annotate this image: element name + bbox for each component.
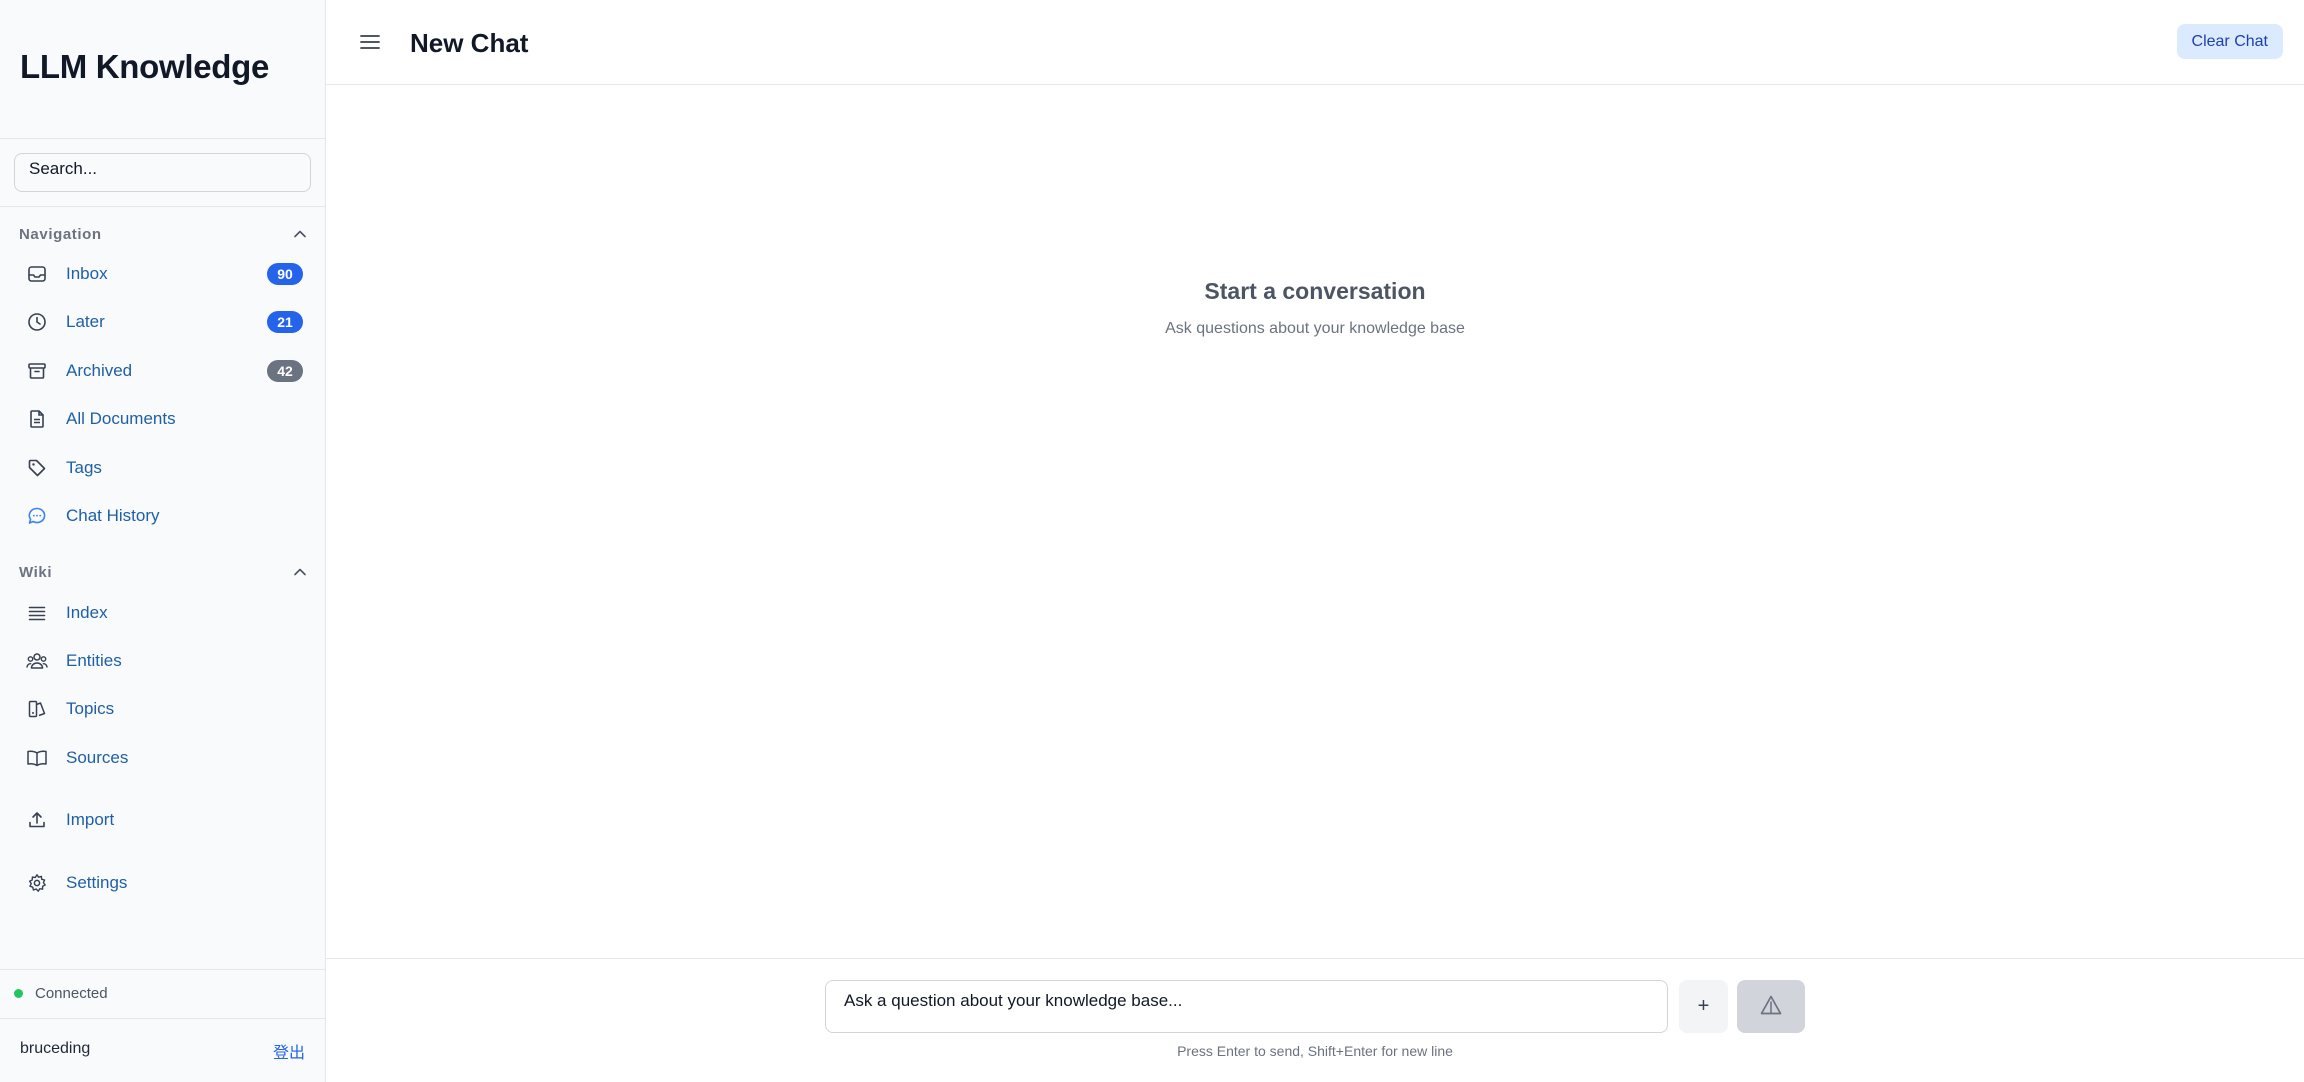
sidebar-item-label: Index: [66, 603, 108, 622]
clock-icon: [26, 311, 48, 333]
sidebar-item-archived[interactable]: Archived 42: [14, 351, 311, 391]
sidebar-item-index[interactable]: Index: [14, 593, 311, 633]
divider: [0, 1018, 325, 1019]
sidebar-item-tags[interactable]: Tags: [14, 448, 311, 488]
chevron-up-icon[interactable]: [291, 225, 309, 243]
chat-icon: [26, 505, 48, 527]
tag-icon: [26, 457, 48, 479]
username: bruceding: [20, 1040, 91, 1057]
wiki-section-title: Wiki: [19, 563, 53, 581]
sidebar-item-label: Chat History: [66, 506, 160, 525]
connection-status: Connected: [14, 985, 108, 1002]
sidebar-item-label: Entities: [66, 651, 122, 670]
sidebar-item-sources[interactable]: Sources: [14, 738, 311, 778]
navigation-section-header[interactable]: Navigation: [19, 222, 309, 246]
upload-icon: [26, 809, 48, 831]
archive-icon: [26, 360, 48, 382]
send-button[interactable]: [1737, 980, 1805, 1033]
divider: [0, 969, 325, 970]
page-title: New Chat: [410, 28, 529, 58]
sidebar-item-label: Topics: [66, 699, 115, 718]
sidebar-item-topics[interactable]: Topics: [14, 689, 311, 729]
menu-icon[interactable]: [356, 28, 384, 56]
divider: [0, 206, 325, 207]
sidebar-item-later[interactable]: Later 21: [14, 302, 311, 342]
header: New Chat Clear Chat: [326, 0, 2304, 85]
app-brand: LLM Knowledge: [20, 48, 270, 85]
sidebar-item-all-documents[interactable]: All Documents: [14, 399, 311, 439]
count-badge: 21: [267, 311, 303, 333]
send-icon: [1760, 995, 1782, 1018]
book-icon: [26, 747, 48, 769]
topics-icon: [26, 698, 48, 720]
sidebar-item-label: Archived: [66, 361, 133, 380]
sidebar-item-label: Inbox: [66, 264, 108, 283]
document-icon: [26, 408, 48, 430]
status-text: Connected: [35, 985, 108, 1002]
count-badge: 90: [267, 263, 303, 285]
sidebar-item-entities[interactable]: Entities: [14, 641, 311, 681]
sidebar-item-label: All Documents: [66, 409, 176, 428]
status-dot: [14, 989, 23, 998]
sidebar-item-label: Tags: [66, 458, 102, 477]
sidebar-item-settings[interactable]: Settings: [14, 863, 311, 903]
divider: [0, 138, 325, 139]
gear-icon: [26, 872, 48, 894]
navigation-section-title: Navigation: [19, 225, 102, 243]
sidebar: LLM Knowledge Navigation Inbox 90 Later …: [0, 0, 326, 1082]
empty-state-title: Start a conversation: [1204, 278, 1426, 304]
composer-hint: Press Enter to send, Shift+Enter for new…: [1177, 1043, 1453, 1059]
sidebar-item-chat-history[interactable]: Chat History: [14, 496, 311, 536]
sidebar-item-label: Settings: [66, 873, 128, 892]
clear-chat-button[interactable]: Clear Chat: [2176, 24, 2283, 59]
users-icon: [26, 650, 48, 672]
sidebar-item-import[interactable]: Import: [14, 800, 311, 840]
logout-link[interactable]: 登出: [273, 1039, 305, 1063]
add-button[interactable]: +: [1679, 980, 1728, 1033]
empty-state-subtitle: Ask questions about your knowledge base: [1165, 320, 1465, 337]
sidebar-item-label: Later: [66, 312, 105, 331]
list-icon: [26, 602, 48, 624]
count-badge: 42: [267, 360, 303, 382]
chevron-up-icon[interactable]: [291, 563, 309, 581]
wiki-section-header[interactable]: Wiki: [19, 560, 309, 584]
sidebar-item-label: Sources: [66, 748, 129, 767]
inbox-icon: [26, 263, 48, 285]
divider: [326, 958, 2304, 959]
search-input[interactable]: [14, 153, 311, 192]
sidebar-item-label: Import: [66, 810, 115, 829]
sidebar-item-inbox[interactable]: Inbox 90: [14, 254, 311, 294]
chat-input[interactable]: [825, 980, 1668, 1033]
